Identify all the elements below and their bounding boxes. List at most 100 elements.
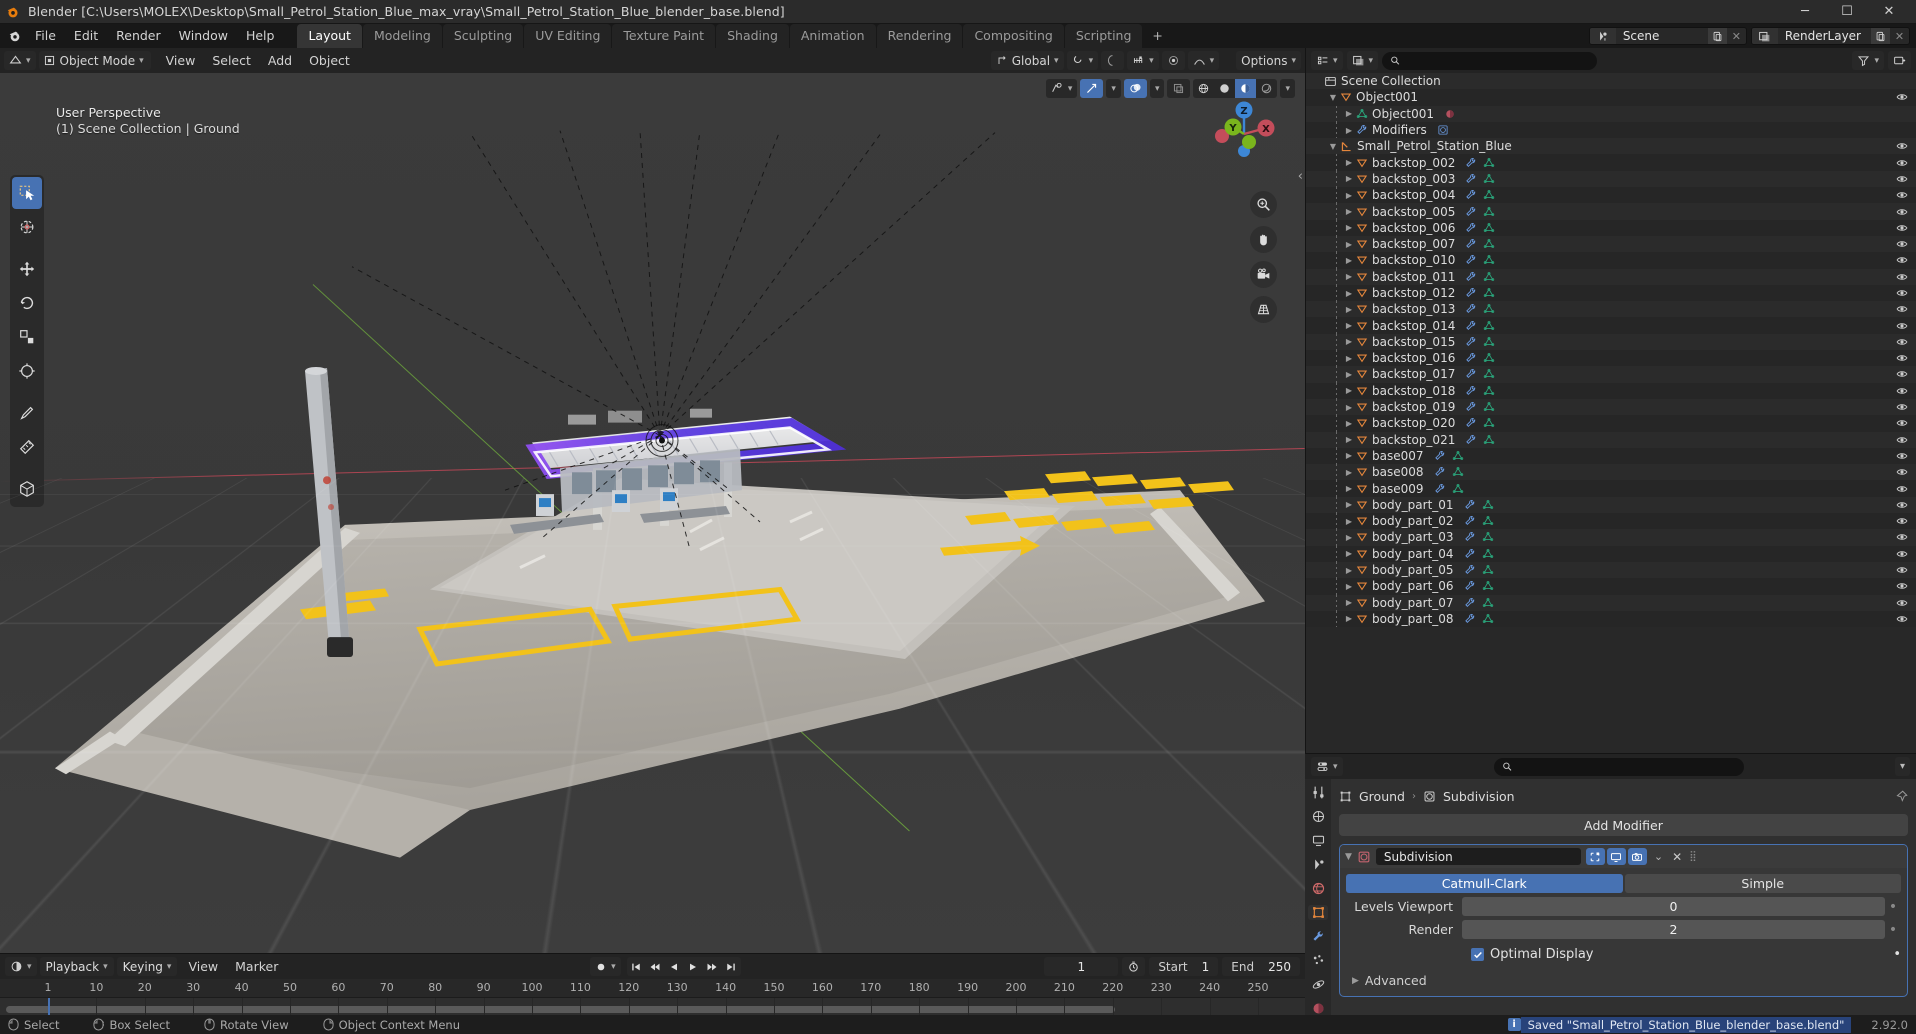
subsurf-icon[interactable] [1437,124,1449,136]
outliner-row[interactable]: ▶ backstop_017 [1306,366,1916,383]
viewport-canvas[interactable]: ▾ ▾ ▾ ▾ User Perspective (1) Scene Colle… [0,73,1305,953]
tab-uv-editing[interactable]: UV Editing [524,24,612,48]
mesh-data-icon[interactable] [1483,189,1495,201]
tab-sculpting[interactable]: Sculpting [442,24,524,48]
minimize-button[interactable]: ─ [1784,0,1826,24]
auto-keying-toggle[interactable]: ▾ [590,957,621,976]
outliner-row[interactable]: ▶ backstop_013 [1306,301,1916,318]
outliner-expand-arrow[interactable]: ▶ [1342,370,1356,379]
mesh-data-icon[interactable] [1482,613,1494,625]
tool-transform[interactable] [12,355,42,387]
mesh-data-icon[interactable] [1483,336,1495,348]
modifier-icon[interactable] [1465,303,1477,315]
outliner-row[interactable]: ▶ backstop_015 [1306,333,1916,351]
close-button[interactable]: ✕ [1868,0,1910,24]
mesh-data-icon[interactable] [1482,499,1494,511]
tab-animation[interactable]: Animation [789,24,876,48]
visibility-eye-icon[interactable] [1896,140,1908,152]
visibility-eye-icon[interactable] [1896,157,1908,169]
levels-viewport-animate-dot[interactable]: • [1885,900,1901,914]
advanced-section[interactable]: ▶ Advanced [1346,973,1901,988]
visibility-eye-icon[interactable] [1896,466,1908,478]
outliner-row[interactable]: ▶ backstop_010 [1306,252,1916,269]
outliner-expand-arrow[interactable]: ▶ [1342,435,1356,444]
pin-icon[interactable] [1895,790,1908,803]
tab-physics-properties[interactable] [1308,977,1328,992]
modifier-icon[interactable] [1434,483,1446,495]
outliner-expand-arrow[interactable]: ▶ [1342,566,1356,575]
menu-help[interactable]: Help [237,24,284,48]
outliner-row[interactable]: ▶ backstop_016 [1306,350,1916,367]
outliner-expand-arrow[interactable]: ▶ [1342,223,1356,232]
modifier-icon[interactable] [1434,450,1446,462]
timeline-ruler[interactable]: 1 10 20 30 40 50 60 70 80 90 100 110 120 130 140 150 160… [0,979,1305,998]
toggle-perspective-icon[interactable] [1250,296,1277,323]
outliner-row[interactable]: ▶ body_part_01 [1306,496,1916,514]
tab-render-properties[interactable] [1308,809,1328,824]
modifier-realtime-toggle[interactable] [1606,848,1626,865]
outliner-expand-arrow[interactable]: ▶ [1342,598,1356,607]
optimal-display-animate-dot[interactable]: • [1893,947,1901,962]
tool-move[interactable] [12,253,42,285]
keying-menu[interactable]: Keying ▾ [116,957,178,976]
mesh-data-icon[interactable] [1482,597,1494,609]
modifier-icon[interactable] [1465,401,1477,413]
modifier-render-toggle[interactable] [1627,848,1647,865]
modifier-icon[interactable] [1465,206,1477,218]
outliner-expand-arrow[interactable]: ▶ [1342,207,1356,216]
outliner-expand-arrow[interactable]: ▶ [1342,484,1356,493]
outliner-row[interactable]: ▶ backstop_012 [1306,284,1916,302]
menu-edit[interactable]: Edit [65,24,107,48]
properties-search-box[interactable] [1493,757,1744,776]
timeline-menu-view[interactable]: View [180,957,226,976]
menu-window[interactable]: Window [170,24,237,48]
mesh-data-icon[interactable] [1483,401,1495,413]
advanced-expand-arrow[interactable]: ▶ [1352,976,1359,986]
modifier-icon[interactable] [1465,254,1477,266]
breadcrumb-object-name[interactable]: Ground [1359,789,1405,804]
modifier-icon[interactable] [1434,466,1446,478]
outliner-expand-arrow[interactable]: ▶ [1342,191,1356,200]
modifier-icon[interactable] [1464,580,1476,592]
outliner-row[interactable]: ▶ backstop_011 [1306,268,1916,285]
viewport-menu-add[interactable]: Add [260,51,300,70]
visibility-eye-icon[interactable] [1896,417,1908,429]
tab-scene-properties[interactable] [1308,857,1328,872]
falloff-curve-icon[interactable]: ▾ [1187,51,1220,70]
modifier-name-field[interactable]: Subdivision [1375,848,1581,865]
snap-magnet-menu[interactable]: ▾ [1127,51,1159,70]
outliner-row[interactable]: ▼ Small_Petrol_Station_Blue [1306,138,1916,155]
proportional-editing-toggle[interactable] [1101,51,1125,70]
mesh-data-icon[interactable] [1452,450,1464,462]
tab-layout[interactable]: Layout [297,24,362,48]
outliner-search-input[interactable] [1405,53,1590,68]
modifier-icon[interactable] [1465,222,1477,234]
visibility-eye-icon[interactable] [1896,271,1908,283]
mesh-data-icon[interactable] [1483,303,1495,315]
tab-shading[interactable]: Shading [716,24,789,48]
visibility-eye-icon[interactable] [1896,336,1908,348]
mesh-data-icon[interactable] [1483,385,1495,397]
outliner-row[interactable]: ▼ Object001 [1306,89,1916,106]
visibility-eye-icon[interactable] [1896,287,1908,299]
modifier-icon[interactable] [1465,189,1477,201]
modifier-icon[interactable] [1464,597,1476,609]
outliner-expand-arrow[interactable]: ▶ [1342,517,1356,526]
outliner-row[interactable]: ▶ backstop_002 [1306,154,1916,171]
tab-object-properties[interactable] [1308,905,1328,920]
navigation-gizmo[interactable]: Z X Y [1205,95,1283,173]
modifier-extras-dropdown[interactable]: ⌄ [1652,850,1665,863]
visibility-eye-icon[interactable] [1896,91,1908,103]
menu-render[interactable]: Render [107,24,170,48]
modifier-icon[interactable] [1465,238,1477,250]
visibility-eye-icon[interactable] [1896,385,1908,397]
timeline-menu-marker[interactable]: Marker [227,957,286,976]
viewlayer-selector[interactable]: RenderLayer ✕ [1750,27,1910,45]
tab-scripting[interactable]: Scripting [1064,24,1143,48]
tab-output-properties[interactable] [1308,833,1328,848]
visibility-eye-icon[interactable] [1896,564,1908,576]
visibility-eye-icon[interactable] [1896,548,1908,560]
tool-cursor[interactable] [12,211,42,243]
material-icon[interactable] [1444,108,1456,120]
unlink-scene-button[interactable]: ✕ [1727,28,1746,44]
